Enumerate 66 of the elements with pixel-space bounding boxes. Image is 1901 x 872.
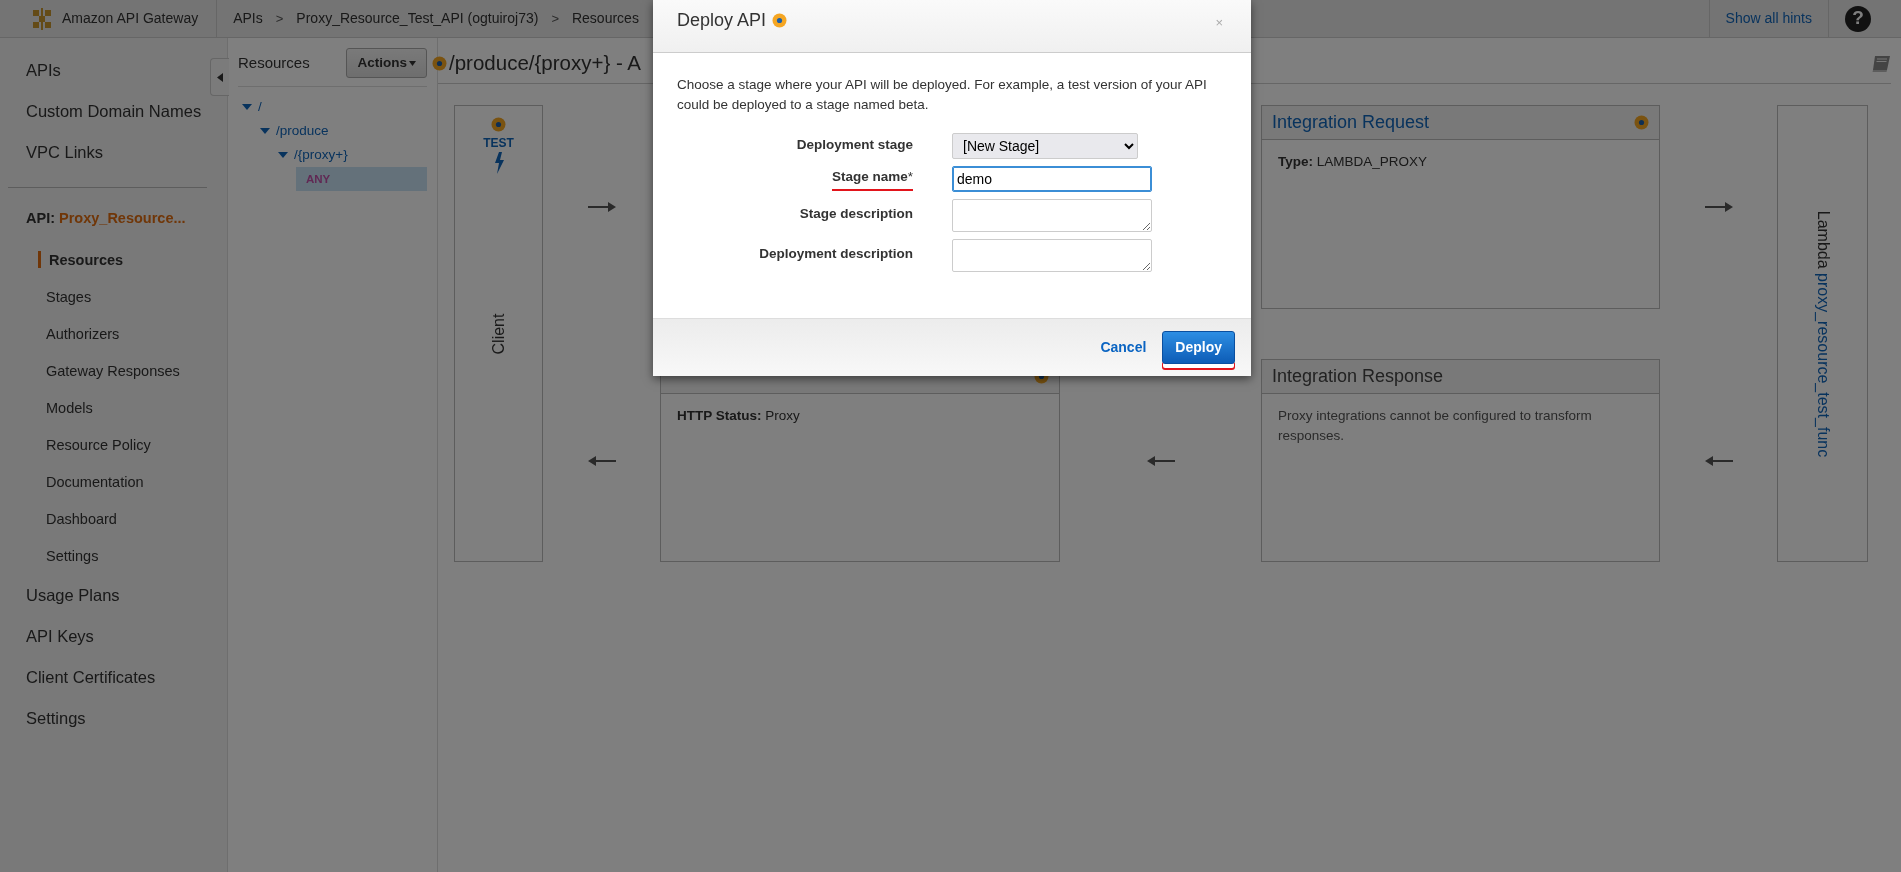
hint-dot-icon[interactable] <box>772 13 788 28</box>
caret-down-icon <box>278 151 288 160</box>
api-name-label: API: Proxy_Resource... <box>25 209 187 228</box>
hint-dot-icon[interactable] <box>1634 115 1649 130</box>
field-label: Deployment stage <box>796 135 913 154</box>
close-button[interactable]: × <box>1211 7 1227 39</box>
sidebar-subitem[interactable]: Gateway Responses <box>0 352 227 390</box>
breadcrumb-link[interactable]: Resources <box>571 8 639 29</box>
lambda-label: Lambda proxy_resource_test_func <box>1813 210 1833 457</box>
caret-down-icon <box>242 103 252 112</box>
stage-name-field[interactable]: demo <box>952 166 1152 192</box>
sidebar-subitem[interactable]: Documentation <box>0 463 227 501</box>
book-icon[interactable] <box>1871 54 1891 73</box>
arrow-right-icon <box>1704 201 1733 213</box>
tree-item[interactable]: /{proxy+} <box>278 143 427 168</box>
breadcrumb-link[interactable]: Proxy_Resource_Test_API (ogtuiroj73) <box>296 8 539 29</box>
info-text: Proxy integrations cannot be configured to transform responses. <box>1278 407 1593 445</box>
arrow-left-icon <box>1146 454 1175 467</box>
caret-down-icon <box>260 127 270 136</box>
sidebar-subitem[interactable]: Dashboard <box>0 500 227 538</box>
sidebar-subitem[interactable]: Resource Policy <box>0 426 227 464</box>
lightning-icon[interactable] <box>492 152 505 174</box>
actions-button[interactable]: Actions <box>346 48 427 79</box>
method-item[interactable]: ANY <box>296 167 427 192</box>
test-link[interactable]: TEST <box>483 134 514 152</box>
sidebar-subitem[interactable]: Stages <box>0 278 227 316</box>
cancel-link[interactable]: Cancel <box>1100 337 1147 358</box>
description-field[interactable] <box>952 239 1152 272</box>
breadcrumb-separator: > <box>551 9 559 28</box>
client-label: Client <box>488 313 508 354</box>
product-name: Amazon API Gateway <box>62 9 199 28</box>
hint-dot-icon[interactable] <box>432 56 447 71</box>
help-icon[interactable]: ? <box>1845 5 1871 32</box>
sidebar-item[interactable]: API Keys <box>0 615 227 657</box>
sidebar-subitem[interactable]: Resources <box>0 241 227 279</box>
field-text: HTTP Status: Proxy <box>677 407 801 425</box>
sidebar-subitem[interactable]: Models <box>0 389 227 427</box>
collapse-tab[interactable] <box>210 58 229 96</box>
sidebar-item[interactable]: VPC Links <box>0 132 227 173</box>
arrow-left-icon <box>587 454 616 467</box>
field-label: Stage description <box>799 205 913 224</box>
sidebar-item[interactable]: Settings <box>0 697 227 739</box>
description-field[interactable] <box>952 199 1152 232</box>
field-label: Deployment description <box>759 245 913 264</box>
field-text: Type: LAMBDA_PROXY <box>1278 153 1429 171</box>
tree-item[interactable]: / <box>242 95 427 120</box>
logo-icon <box>30 6 54 31</box>
caret-left-icon <box>217 72 223 82</box>
field-label: Stage name* <box>831 166 913 192</box>
sidebar-subitem[interactable]: Authorizers <box>0 315 227 353</box>
page-title: /produce/{proxy+} - A <box>449 50 642 77</box>
panel-title: Resources <box>238 52 310 73</box>
dialog-title: Deploy API <box>677 9 767 32</box>
stage-select[interactable]: [New Stage] <box>952 133 1138 159</box>
hint-dot-icon[interactable] <box>491 117 506 132</box>
sidebar-subitem[interactable]: Settings <box>0 537 227 575</box>
breadcrumb-separator: > <box>275 9 284 28</box>
sidebar-item[interactable]: Usage Plans <box>0 574 227 616</box>
arrow-left-icon <box>1704 454 1733 467</box>
sidebar-item[interactable]: Client Certificates <box>0 656 227 698</box>
breadcrumb-link[interactable]: APIs <box>233 8 263 29</box>
dialog-description: Choose a stage where your API will be deployed. For example, a test version of your API could be deployed to a stage named beta. <box>677 76 1208 114</box>
caret-down-icon <box>409 60 416 66</box>
tree-item[interactable]: /produce <box>260 119 427 144</box>
hints-link[interactable]: Show all hints <box>1708 0 1828 37</box>
arrow-right-icon <box>587 201 616 213</box>
